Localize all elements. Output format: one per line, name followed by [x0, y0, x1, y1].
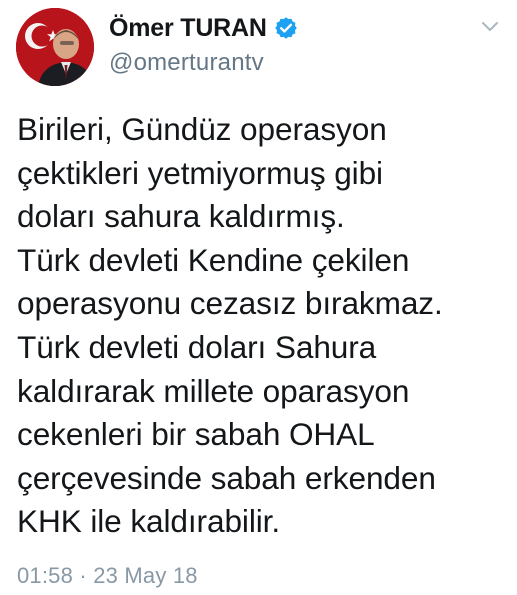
tweet-header: Ömer TURAN @omerturantv: [16, 8, 501, 88]
tweet-text-line: çektikleri yetmiyormuş gibi: [17, 154, 383, 191]
tweet-text-line: KHK ile kaldırabilir.: [17, 503, 281, 540]
avatar[interactable]: [16, 8, 94, 86]
tweet-timestamp[interactable]: 01:58 · 23 May 18: [17, 563, 198, 589]
verified-badge-icon: [274, 16, 298, 40]
avatar-image: [16, 8, 94, 86]
tweet-text: Birileri, Gündüz operasyon çektikleri ye…: [17, 108, 507, 544]
tweet: Ömer TURAN @omerturantv Birileri, Gündüz…: [0, 0, 517, 595]
tweet-text-line: cekenleri bir sabah OHAL: [17, 416, 375, 453]
author-info: Ömer TURAN @omerturantv: [109, 12, 469, 77]
chevron-down-icon[interactable]: [481, 20, 499, 34]
handle[interactable]: @omerturantv: [109, 49, 469, 77]
tweet-text-line: operasyonu cezasız bırakmaz.: [17, 285, 443, 322]
tweet-text-line: çerçevesinde sabah erkenden: [17, 459, 436, 496]
tweet-text-line: kaldırarak millete oparasyon: [17, 372, 410, 409]
tweet-text-line: Birileri, Gündüz operasyon: [17, 111, 387, 147]
display-name-row: Ömer TURAN: [109, 12, 469, 44]
tweet-text-line: Türk devleti Kendine çekilen: [17, 241, 410, 278]
display-name[interactable]: Ömer TURAN: [109, 14, 267, 43]
tweet-text-line: doları sahura kaldırmış.: [17, 198, 345, 235]
tweet-text-line: Türk devleti doları Sahura: [17, 328, 377, 365]
